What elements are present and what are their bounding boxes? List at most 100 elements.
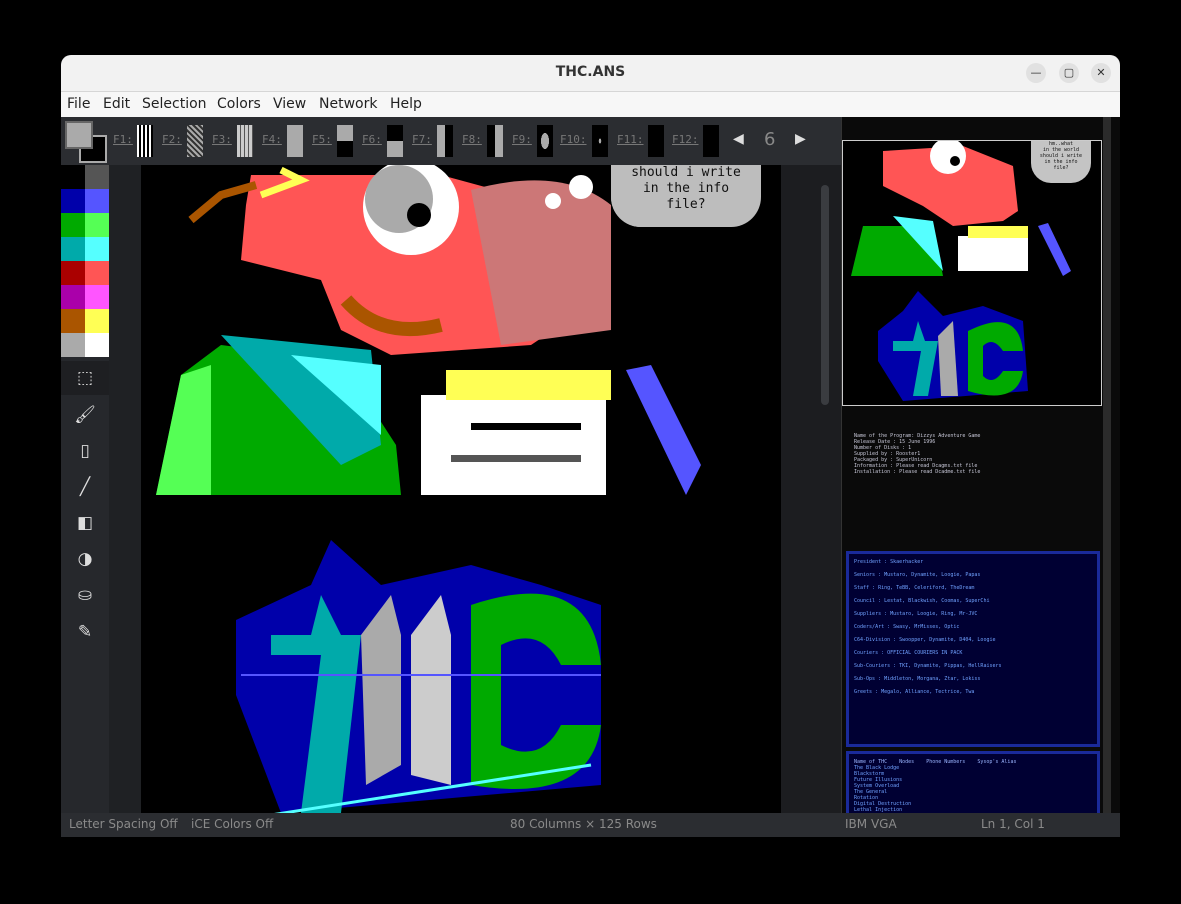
fkey-f8[interactable]: F8: — [462, 133, 482, 146]
ansi-artwork — [156, 165, 756, 813]
menu-selection[interactable]: Selection — [142, 96, 207, 112]
menu-help[interactable]: Help — [390, 96, 422, 112]
fkey-set-number: 6 — [764, 129, 776, 150]
menu-bar: File Edit Selection Colors View Network … — [61, 92, 1120, 118]
prev-fkey-set-icon[interactable]: ◀ — [733, 131, 744, 147]
palette-swatch-red[interactable] — [61, 261, 85, 285]
fkey-f7-char[interactable] — [437, 125, 453, 157]
bbs-header-sysop: Sysop's Alias — [977, 759, 1017, 765]
palette-swatch-light-cyan[interactable] — [85, 237, 109, 261]
palette-swatch-white[interactable] — [85, 333, 109, 357]
roster-line: Coders/Art : Swasy, MrMisses, Optic — [854, 624, 960, 630]
fkey-f11-char[interactable] — [648, 125, 664, 157]
palette-swatch-brown[interactable] — [61, 309, 85, 333]
fkey-f8-char[interactable] — [487, 125, 503, 157]
palette-swatch-blue[interactable] — [61, 189, 85, 213]
fkey-f1[interactable]: F1: — [113, 133, 133, 146]
contrast-tool-icon[interactable]: ◑ — [61, 542, 109, 576]
canvas-gutter — [109, 165, 141, 813]
preview-panel[interactable]: hm..what in the world should i write in … — [841, 117, 1120, 813]
fkey-f4-char[interactable] — [287, 125, 303, 157]
selection-tool-icon[interactable]: ⬚ — [61, 361, 109, 395]
roster-line: Sub-Ops : Middleton, Morgana, Ztar, Loki… — [854, 676, 981, 682]
fkey-f5-char[interactable] — [337, 125, 353, 157]
canvas-scroll-thumb[interactable] — [821, 185, 829, 405]
menu-view[interactable]: View — [273, 96, 306, 112]
shade-tool-icon[interactable]: ◧ — [61, 506, 109, 540]
fkey-f2[interactable]: F2: — [162, 133, 182, 146]
fkey-f7[interactable]: F7: — [412, 133, 432, 146]
preview-roster-box: President : Skaerhacker Seniors : Mustar… — [846, 551, 1100, 747]
app-window: THC.ANS — ▢ ✕ File Edit Selection Colors… — [61, 55, 1120, 837]
cursor-position-status: Ln 1, Col 1 — [981, 817, 1045, 831]
fkey-f12[interactable]: F12: — [672, 133, 699, 146]
fkey-f3-char[interactable] — [237, 125, 253, 157]
menu-colors[interactable]: Colors — [217, 96, 261, 112]
preview-viewport-frame[interactable]: hm..what in the world should i write in … — [842, 140, 1102, 406]
fkey-f10[interactable]: F10: — [560, 133, 587, 146]
palette-swatch-cyan[interactable] — [61, 237, 85, 261]
foreground-color-swatch[interactable] — [65, 121, 93, 149]
preview-speech-bubble: hm..what in the world should i write in … — [1031, 141, 1091, 183]
font-status[interactable]: IBM VGA — [845, 817, 897, 831]
menu-file[interactable]: File — [67, 96, 90, 112]
ansi-canvas[interactable]: should i write in the info file? — [141, 165, 781, 813]
preview-release-info: Name of the Program: Dizzys Adventure Ga… — [854, 433, 1094, 475]
info-line: Installation : Please read Dcadme.txt fi… — [854, 469, 981, 475]
fkey-f9[interactable]: F9: — [512, 133, 532, 146]
fkey-f6[interactable]: F6: — [362, 133, 382, 146]
color-palette: ⬚ 🖌 ▯ ╱ ◧ ◑ ⛀ ✎ — [61, 165, 109, 813]
next-fkey-set-icon[interactable]: ▶ — [795, 131, 806, 147]
roster-line: Greets : Megalo, Alliance, Tectrice, Twa — [854, 689, 975, 695]
fkey-f11[interactable]: F11: — [617, 133, 644, 146]
palette-swatch-yellow[interactable] — [85, 309, 109, 333]
palette-swatch-green[interactable] — [61, 213, 85, 237]
roster-line: President : Skaerhacker — [854, 559, 924, 565]
color-swatch-selector[interactable] — [65, 121, 107, 163]
halfblock-tool-icon[interactable]: ▯ — [61, 434, 109, 468]
palette-swatch-light-blue[interactable] — [85, 189, 109, 213]
fkey-f6-char[interactable] — [387, 125, 403, 157]
fkey-f9-char[interactable] — [537, 125, 553, 157]
title-bar: THC.ANS — ▢ ✕ — [61, 55, 1120, 92]
menu-edit[interactable]: Edit — [103, 96, 130, 112]
fkey-f10-char[interactable] — [592, 125, 608, 157]
bbs-header-phone: Phone Numbers — [926, 759, 966, 765]
canvas-scrollbar[interactable] — [781, 165, 841, 813]
roster-line: Staff : Ring, TeBB, Celeriford, TheDream — [854, 585, 975, 591]
fkey-f5[interactable]: F5: — [312, 133, 332, 146]
palette-swatch-light-red[interactable] — [85, 261, 109, 285]
letter-spacing-status[interactable]: Letter Spacing Off — [69, 817, 178, 831]
palette-swatch-light-gray[interactable] — [61, 333, 85, 357]
fkey-f2-char[interactable] — [187, 125, 203, 157]
maximize-icon[interactable]: ▢ — [1059, 63, 1079, 83]
ice-colors-status[interactable]: iCE Colors Off — [191, 817, 273, 831]
bbs-header-nodes: Nodes — [899, 759, 915, 765]
roster-line: C64-Division : Swoopper, Dynamite, D404,… — [854, 637, 996, 643]
canvas-dimensions-status[interactable]: 80 Columns × 125 Rows — [510, 817, 657, 831]
palette-swatch-light-magenta[interactable] — [85, 285, 109, 309]
fkey-f1-char[interactable] — [137, 125, 153, 157]
fill-tool-icon[interactable]: ⛀ — [61, 578, 109, 612]
minimize-icon[interactable]: — — [1026, 63, 1046, 83]
eyedropper-tool-icon[interactable]: ✎ — [61, 615, 109, 649]
fkey-f12-char[interactable] — [703, 125, 719, 157]
fkey-f3[interactable]: F3: — [212, 133, 232, 146]
canvas-speech-bubble: should i write in the info file? — [611, 165, 761, 227]
roster-line: Council : Lestat, Blackwish, Coomas, Sup… — [854, 598, 990, 604]
brush-tool-icon[interactable]: 🖌 — [61, 398, 109, 432]
canvas-speech-line-2: in the info — [642, 181, 730, 196]
status-bar: Letter Spacing Off iCE Colors Off 80 Col… — [61, 813, 1120, 837]
close-icon[interactable]: ✕ — [1091, 63, 1111, 83]
palette-swatch-dark-gray[interactable] — [85, 165, 109, 189]
fkey-f4[interactable]: F4: — [262, 133, 282, 146]
palette-swatch-light-green[interactable] — [85, 213, 109, 237]
palette-swatch-black[interactable] — [61, 165, 85, 189]
palette-swatch-magenta[interactable] — [61, 285, 85, 309]
toolbar: F1: F2: F3: F4: F5: F6: F7: F8: F9: F10:… — [61, 117, 841, 165]
roster-line: Seniors : Mustaro, Dynamite, Loogie, Pap… — [854, 572, 981, 578]
window-title: THC.ANS — [555, 64, 626, 80]
line-tool-icon[interactable]: ╱ — [61, 470, 109, 504]
preview-scrollbar[interactable] — [1103, 117, 1111, 813]
menu-network[interactable]: Network — [319, 96, 377, 112]
